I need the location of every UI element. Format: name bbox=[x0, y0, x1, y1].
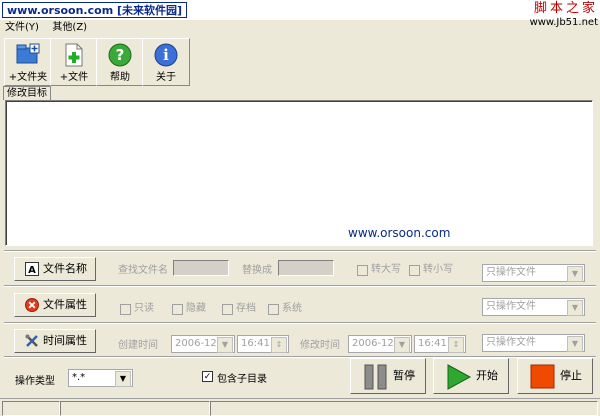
watermark-top: 脚本之家 www.Jb51.net bbox=[518, 2, 598, 36]
time-attributes-label: 时间属性 bbox=[43, 334, 87, 347]
divider bbox=[4, 285, 596, 287]
find-name-label: 查找文件名 bbox=[118, 265, 168, 276]
help-icon: ? bbox=[108, 43, 132, 67]
lowercase-label: 转小写 bbox=[423, 264, 453, 275]
created-time-label: 创建时间 bbox=[118, 340, 158, 351]
op-type-value: *.* bbox=[72, 372, 86, 383]
pause-label: 暂停 bbox=[393, 369, 415, 382]
about-button[interactable]: i 关于 bbox=[142, 38, 190, 86]
chevron-down-icon[interactable]: ▼ bbox=[567, 336, 583, 352]
created-date-picker[interactable]: 2006-12-12 ▼ bbox=[171, 335, 235, 353]
info-icon: i bbox=[154, 43, 178, 67]
file-name-button[interactable]: A 文件名称 bbox=[14, 257, 96, 281]
name-mode-select[interactable]: 只操作文件 ▼ bbox=[482, 264, 585, 282]
spin-icon[interactable]: ⇕ bbox=[448, 337, 464, 353]
file-attributes-button[interactable]: 文件属性 bbox=[14, 293, 96, 317]
pause-button[interactable]: 暂停 bbox=[350, 358, 426, 394]
hidden-label: 隐藏 bbox=[186, 303, 206, 314]
replace-input[interactable] bbox=[278, 260, 334, 276]
modified-date-picker[interactable]: 2006-12-12 ▼ bbox=[348, 335, 412, 353]
svg-text:?: ? bbox=[116, 46, 125, 64]
chevron-down-icon[interactable]: ▼ bbox=[217, 337, 233, 353]
status-pane bbox=[60, 401, 210, 416]
file-add-icon bbox=[65, 43, 83, 67]
hidden-checkbox[interactable] bbox=[172, 304, 183, 315]
chevron-down-icon[interactable]: ▼ bbox=[394, 337, 410, 353]
spin-icon[interactable]: ⇕ bbox=[271, 337, 287, 353]
status-pane bbox=[210, 401, 598, 416]
target-tab[interactable]: 修改目标 bbox=[3, 86, 51, 100]
stop-icon bbox=[530, 364, 555, 389]
archive-label: 存档 bbox=[236, 303, 256, 314]
stop-button[interactable]: 停止 bbox=[517, 358, 593, 394]
rename-icon: A bbox=[25, 262, 39, 276]
help-label: 帮助 bbox=[110, 72, 130, 83]
about-label: 关于 bbox=[156, 72, 176, 83]
folder-add-icon bbox=[16, 43, 40, 64]
system-label: 系统 bbox=[282, 303, 302, 314]
op-type-label: 操作类型 bbox=[15, 376, 55, 387]
help-button[interactable]: ? 帮助 bbox=[96, 38, 144, 86]
modified-time-label: 修改时间 bbox=[300, 340, 340, 351]
time-attributes-button[interactable]: 时间属性 bbox=[14, 329, 96, 353]
file-attributes-label: 文件属性 bbox=[43, 298, 87, 311]
watermark-cn: 脚本之家 bbox=[533, 1, 598, 16]
modified-time-spinner[interactable]: 16:41:11 ⇕ bbox=[414, 335, 466, 353]
play-icon bbox=[447, 364, 472, 390]
status-pane bbox=[2, 401, 60, 416]
error-x-icon bbox=[25, 298, 39, 312]
include-subdirs-label: 包含子目录 bbox=[217, 374, 267, 385]
uppercase-label: 转大写 bbox=[371, 264, 401, 275]
menu-bar: 文件(Y) 其他(Z) bbox=[0, 20, 520, 36]
time-mode-value: 只操作文件 bbox=[486, 337, 536, 348]
include-subdirs-checkbox[interactable]: ✓ bbox=[202, 371, 213, 382]
stop-label: 停止 bbox=[560, 369, 582, 382]
menu-other[interactable]: 其他(Z) bbox=[47, 20, 92, 36]
add-file-button[interactable]: +文件 bbox=[50, 38, 98, 86]
attr-mode-select[interactable]: 只操作文件 ▼ bbox=[482, 298, 585, 316]
time-mode-select[interactable]: 只操作文件 ▼ bbox=[482, 334, 585, 352]
target-list[interactable] bbox=[5, 100, 593, 246]
replace-label: 替换成 bbox=[242, 265, 272, 276]
chevron-down-icon[interactable]: ▼ bbox=[567, 266, 583, 282]
pause-icon bbox=[364, 364, 387, 390]
add-folder-label: +文件夹 bbox=[8, 72, 48, 83]
find-name-input[interactable] bbox=[173, 260, 229, 276]
uppercase-checkbox[interactable] bbox=[357, 265, 368, 276]
tools-icon bbox=[25, 334, 38, 347]
divider bbox=[4, 250, 596, 252]
site-url-watermark: www.orsoon.com bbox=[348, 226, 451, 240]
divider bbox=[4, 322, 596, 324]
chevron-down-icon[interactable]: ▼ bbox=[115, 371, 131, 387]
system-checkbox[interactable] bbox=[268, 304, 279, 315]
file-name-label: 文件名称 bbox=[43, 262, 87, 275]
readonly-checkbox[interactable] bbox=[120, 304, 131, 315]
status-bar bbox=[0, 398, 600, 416]
window-title: www.orsoon.com [未来软件园] bbox=[2, 2, 188, 18]
start-button[interactable]: 开始 bbox=[433, 358, 509, 394]
archive-checkbox[interactable] bbox=[222, 304, 233, 315]
svg-text:A: A bbox=[28, 265, 36, 276]
add-file-label: +文件 bbox=[59, 72, 89, 83]
readonly-label: 只读 bbox=[134, 303, 154, 314]
created-time-spinner[interactable]: 16:41:11 ⇕ bbox=[237, 335, 289, 353]
attr-mode-value: 只操作文件 bbox=[486, 301, 536, 312]
menu-file[interactable]: 文件(Y) bbox=[0, 20, 44, 36]
toolbar: +文件夹 +文件 ? 帮助 i 关于 bbox=[2, 37, 598, 86]
add-folder-button[interactable]: +文件夹 bbox=[4, 38, 52, 86]
svg-text:i: i bbox=[163, 46, 169, 64]
op-type-select[interactable]: *.* ▼ bbox=[68, 369, 133, 387]
name-mode-value: 只操作文件 bbox=[486, 267, 536, 278]
start-label: 开始 bbox=[476, 369, 498, 382]
lowercase-checkbox[interactable] bbox=[409, 265, 420, 276]
chevron-down-icon[interactable]: ▼ bbox=[567, 300, 583, 316]
watermark-url: www.Jb51.net bbox=[529, 17, 598, 28]
